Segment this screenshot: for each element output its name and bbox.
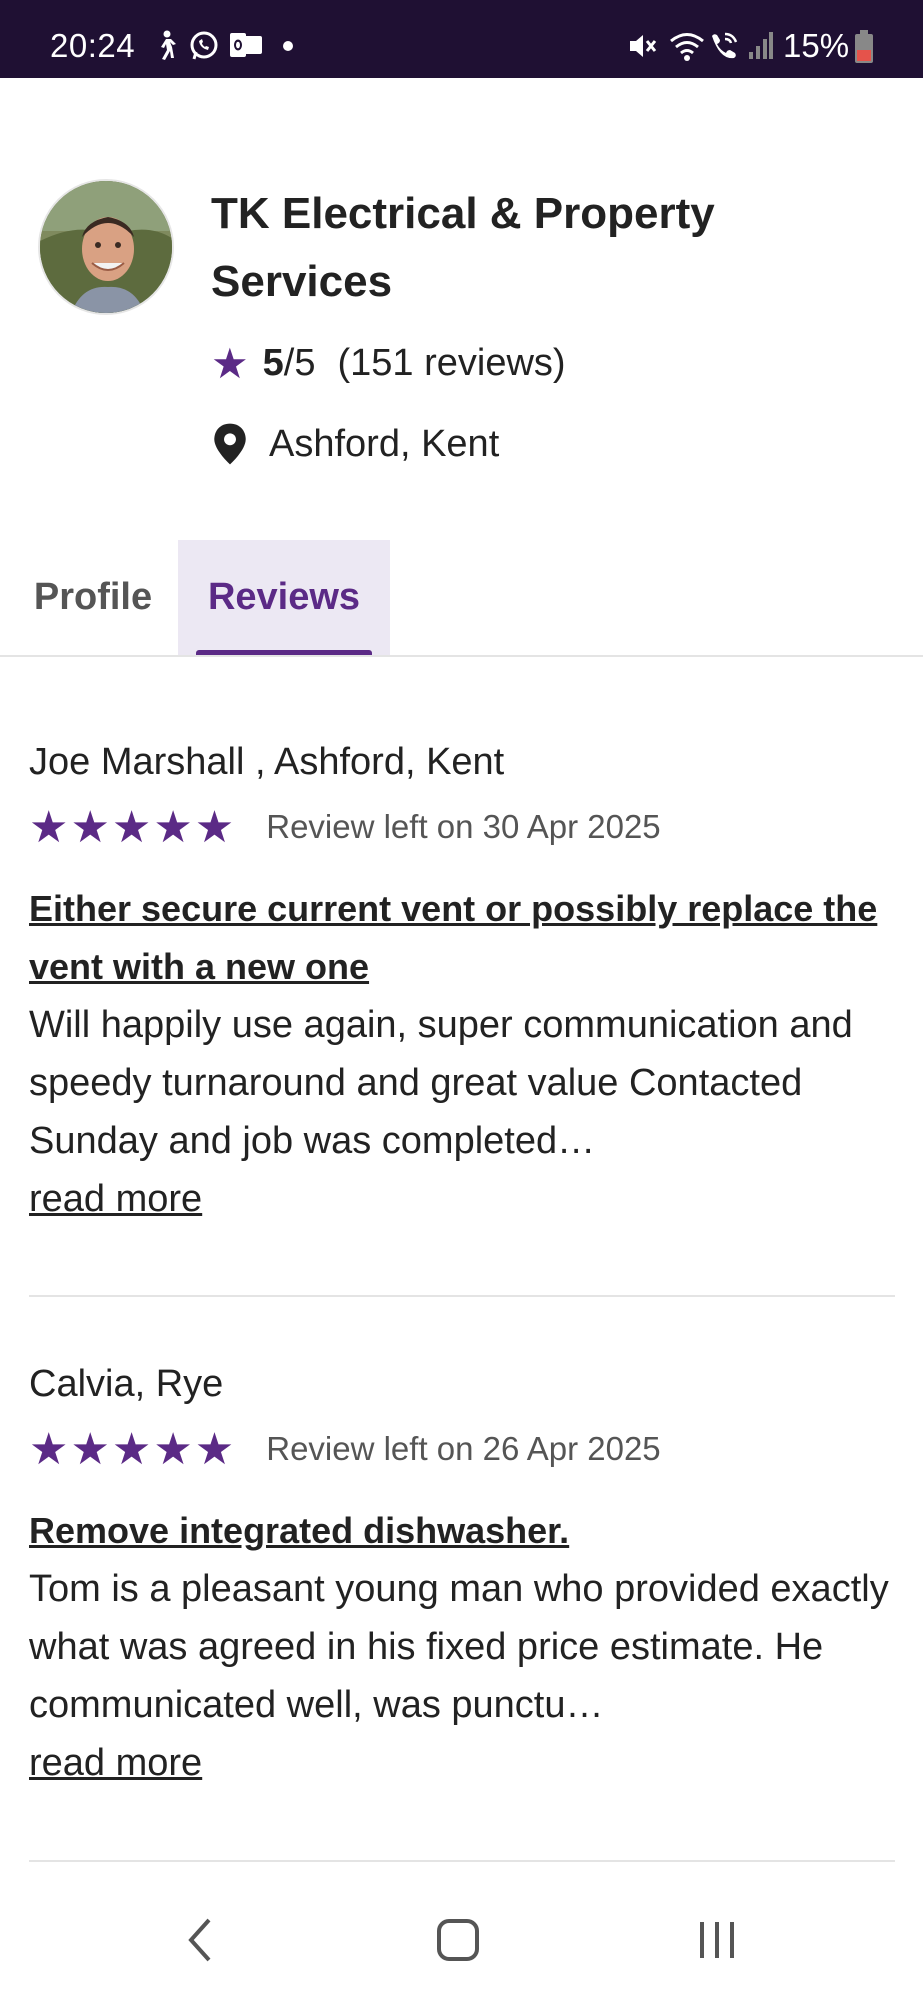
recents-icon <box>700 1922 734 1958</box>
signal-icon <box>749 32 773 59</box>
reviewer-name: Joe Marshall , Ashford, Kent <box>29 741 505 783</box>
rating-score: 5 <box>262 341 284 384</box>
status-bar: 20:24 15% <box>0 0 923 78</box>
battery-icon <box>855 30 873 63</box>
location-text: Ashford, Kent <box>269 422 500 465</box>
rating-summary: ★ 5 /5 (151 reviews) <box>211 338 566 388</box>
recents-button[interactable] <box>667 1900 767 1980</box>
system-nav-bar <box>0 1880 923 2000</box>
home-button[interactable] <box>408 1900 508 1980</box>
tab-reviews[interactable]: Reviews <box>178 540 390 655</box>
tab-profile[interactable]: Profile <box>0 540 176 655</box>
tab-bar: Profile Reviews <box>0 540 923 657</box>
back-button[interactable] <box>150 1900 250 1980</box>
profile-photo <box>40 181 172 313</box>
review-title-link[interactable]: Remove integrated dishwasher. <box>29 1502 895 1560</box>
tab-reviews-label: Reviews <box>207 576 361 618</box>
walk-icon <box>161 30 176 60</box>
review-body: Tom is a pleasant young man who provided… <box>29 1568 889 1726</box>
mute-icon <box>630 35 657 57</box>
review-stars: ★★★★★ <box>29 1424 237 1474</box>
review-title-link[interactable]: Either secure current vent or possibly r… <box>29 880 895 996</box>
location-pin-icon <box>214 423 246 465</box>
review-card: Joe Marshall , Ashford, Kent ★★★★★ Revie… <box>29 730 895 1228</box>
star-icon: ★ <box>211 339 249 387</box>
battery-percent: 15% <box>783 27 850 64</box>
status-time: 20:24 <box>50 27 136 64</box>
wifi-call-icon <box>712 32 738 59</box>
review-stars: ★★★★★ <box>29 802 237 852</box>
avatar <box>38 179 174 315</box>
rating-out-of: /5 <box>283 341 316 384</box>
review-divider <box>29 1860 895 1862</box>
read-more-link[interactable]: read more <box>29 1170 202 1228</box>
review-date: Review left on 30 Apr 2025 <box>266 808 661 845</box>
business-location: Ashford, Kent <box>211 419 499 469</box>
reviewer-name: Calvia, Rye <box>29 1363 224 1405</box>
wifi-icon <box>670 33 704 61</box>
back-icon <box>188 1918 211 1962</box>
review-card: Calvia, Rye ★★★★★ Review left on 26 Apr … <box>29 1352 895 1792</box>
home-icon <box>437 1919 479 1961</box>
read-more-link[interactable]: read more <box>29 1734 202 1792</box>
review-divider <box>29 1295 895 1297</box>
dot-icon <box>283 41 293 51</box>
review-date: Review left on 26 Apr 2025 <box>266 1430 661 1467</box>
outlook-icon <box>230 33 262 57</box>
review-rating-row: ★★★★★ Review left on 26 Apr 2025 <box>29 1416 895 1482</box>
business-name: TK Electrical & Property Services <box>211 189 715 306</box>
review-rating-row: ★★★★★ Review left on 30 Apr 2025 <box>29 794 895 860</box>
active-tab-indicator <box>196 650 372 655</box>
review-count: (151 reviews) <box>337 341 566 384</box>
whatsapp-icon <box>190 31 218 60</box>
review-body: Will happily use again, super communicat… <box>29 1004 853 1162</box>
